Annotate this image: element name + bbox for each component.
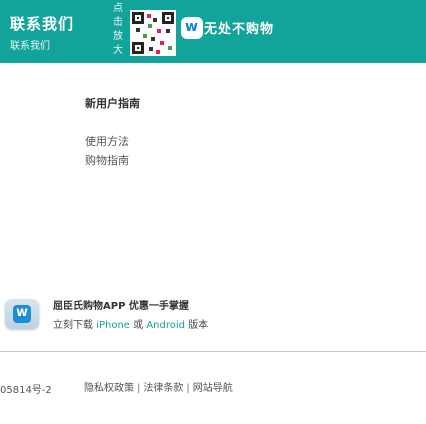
qr-module bbox=[166, 29, 170, 33]
qr-module bbox=[148, 24, 152, 28]
footer-link-sitemap[interactable]: 网站导航 bbox=[193, 383, 233, 394]
qr-hint-char: 点 bbox=[113, 3, 123, 14]
app-promo-icon-letter: w bbox=[16, 305, 29, 320]
guide-title: 新用户指南 bbox=[85, 97, 140, 110]
qr-finder-pattern bbox=[132, 42, 144, 54]
footer-link-legal[interactable]: 法律条款 bbox=[143, 383, 183, 394]
app-promo-icon[interactable]: w bbox=[5, 299, 39, 329]
footer-links: 隐私权政策 | 法律条款 | 网站导航 bbox=[84, 379, 233, 394]
qr-finder-pattern bbox=[162, 12, 174, 24]
footer-separator: | bbox=[186, 383, 190, 394]
top-bar: 联系我们 联系我们 点 击 放 大 w 无处不购物 bbox=[0, 0, 426, 63]
promo-suffix: 版本 bbox=[188, 320, 209, 331]
promo-download-line: 立刻下载 iPhone 或 Android 版本 bbox=[53, 316, 208, 331]
qr-module bbox=[157, 29, 161, 33]
qr-hint-char: 放 bbox=[113, 31, 123, 42]
qr-module bbox=[168, 46, 172, 50]
qr-module bbox=[147, 14, 151, 18]
qr-module bbox=[160, 41, 164, 45]
android-download-link[interactable]: Android bbox=[146, 320, 185, 331]
guide-link-usage[interactable]: 使用方法 bbox=[85, 133, 129, 149]
qr-module bbox=[143, 34, 147, 38]
qr-code-image[interactable] bbox=[130, 10, 176, 56]
footer-divider bbox=[0, 351, 426, 352]
qr-module bbox=[156, 50, 160, 54]
slogan: 无处不购物 bbox=[204, 22, 275, 37]
contact-title[interactable]: 联系我们 bbox=[10, 13, 74, 34]
qr-module bbox=[151, 37, 155, 41]
promo-or: 或 bbox=[133, 320, 144, 331]
iphone-download-link[interactable]: iPhone bbox=[96, 320, 130, 331]
qr-hint-char: 大 bbox=[113, 45, 123, 56]
promo-title: 屈臣氏购物APP 优惠一手掌握 bbox=[53, 301, 189, 312]
qr-module bbox=[149, 47, 153, 51]
qr-finder-pattern bbox=[132, 12, 144, 24]
app-logo-icon: w bbox=[181, 17, 203, 39]
footer-separator: | bbox=[137, 383, 141, 394]
app-logo-letter: w bbox=[185, 19, 198, 35]
footer-link-privacy[interactable]: 隐私权政策 bbox=[84, 383, 134, 394]
qr-module bbox=[136, 28, 140, 32]
guide-link-shopping[interactable]: 购物指南 bbox=[85, 152, 129, 168]
contact-subtitle[interactable]: 联系我们 bbox=[10, 37, 50, 52]
promo-download-prefix: 立刻下载 bbox=[53, 320, 93, 331]
app-promo-icon-badge: w bbox=[13, 305, 31, 323]
qr-module bbox=[153, 18, 157, 22]
icp-number: 05814号-2 bbox=[0, 385, 52, 396]
qr-enlarge-hint[interactable]: 点 击 放 大 bbox=[112, 2, 124, 58]
qr-hint-char: 击 bbox=[113, 17, 123, 28]
